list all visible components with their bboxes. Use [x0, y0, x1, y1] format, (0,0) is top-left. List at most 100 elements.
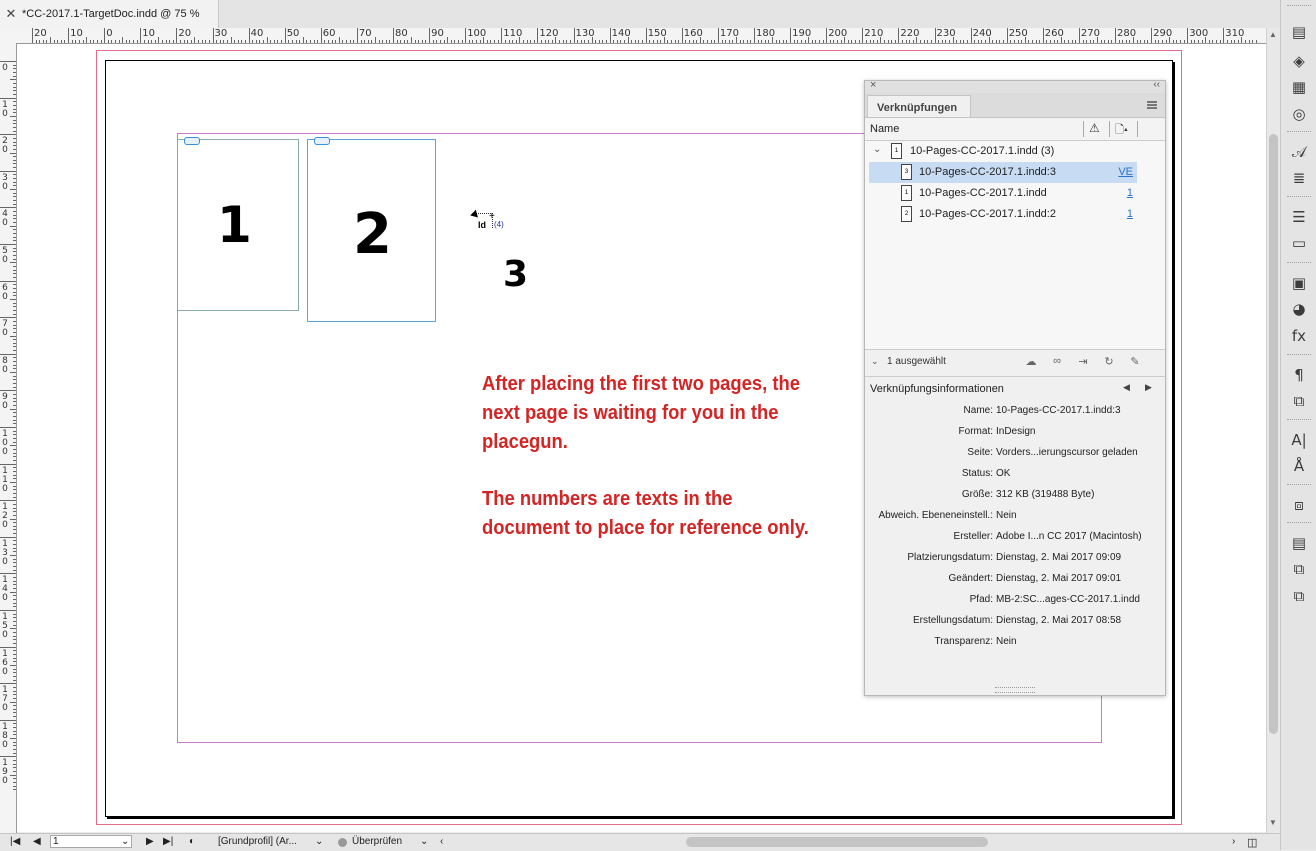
scroll-left-icon[interactable]: ‹ — [440, 836, 443, 847]
previous-link-icon[interactable]: ◀ — [1123, 382, 1130, 393]
table-icon[interactable]: ▤ — [1289, 533, 1309, 553]
info-row: Seite: Vorders...ierungscursor geladen — [865, 443, 1165, 463]
link-badge-icon[interactable] — [314, 137, 330, 145]
vertical-scrollbar[interactable]: ▲ ▼ — [1266, 28, 1281, 833]
cc-relink-icon[interactable]: ☁ — [1023, 355, 1039, 369]
character-styles-icon[interactable]: 𝒜 — [1289, 142, 1309, 162]
panel-title-bar[interactable]: × ‹‹ — [865, 79, 1165, 93]
ruler-minor-tick — [725, 40, 727, 43]
color-icon[interactable]: ◕ — [1289, 299, 1309, 319]
ruler-minor-tick — [912, 40, 914, 43]
next-page-icon[interactable]: ▶ — [146, 836, 154, 847]
ruler-minor-tick — [1226, 40, 1228, 43]
ruler-major-tick — [970, 28, 972, 43]
next-link-icon[interactable]: ▶ — [1145, 382, 1152, 393]
ruler-minor-tick — [64, 40, 66, 43]
link-page[interactable]: VE — [1118, 166, 1133, 178]
collapse-panel-icon[interactable]: ‹‹ — [1153, 79, 1160, 90]
link-row-selected[interactable]: 3 10-Pages-CC-2017.1.indd:3 VE — [869, 162, 1137, 183]
ruler-major-tick — [862, 28, 864, 43]
link-row[interactable]: 1 10-Pages-CC-2017.1.indd 1 — [865, 183, 1165, 204]
go-to-link-icon[interactable]: ⇥ — [1075, 355, 1091, 369]
preflight-status[interactable]: Überprüfen — [352, 836, 402, 847]
previous-page-icon[interactable]: ◀ — [33, 836, 41, 847]
first-page-icon[interactable]: |◀ — [10, 836, 20, 847]
link-page[interactable]: 1 — [1127, 208, 1133, 220]
preflight-profile[interactable]: [Grundprofil] (Ar... — [218, 836, 297, 847]
dock-group-separator — [1287, 522, 1311, 525]
ruler-origin[interactable] — [0, 28, 17, 44]
scroll-right-icon[interactable]: › — [1232, 836, 1235, 847]
toggle-info-chevron-icon[interactable]: ⌄ — [871, 356, 879, 367]
dock-group-separator — [1287, 484, 1311, 487]
update-link-icon[interactable]: ↻ — [1101, 355, 1117, 369]
expand-chevron-icon[interactable]: ⌄ — [873, 144, 881, 155]
warning-column-icon[interactable]: ⚠ — [1089, 121, 1100, 135]
link-page[interactable]: 1 — [1127, 187, 1133, 199]
ruler-major-tick — [429, 28, 431, 43]
paragraph-icon[interactable]: ¶ — [1289, 365, 1309, 385]
page-number-field[interactable]: 1 — [50, 835, 132, 848]
object-styles-icon[interactable]: ⧉ — [1289, 559, 1309, 579]
ruler-major-tick — [681, 28, 683, 43]
text-wrap-icon[interactable]: ⧉ — [1289, 391, 1309, 411]
document-tab[interactable]: ✕ *CC-2017.1-TargetDoc.indd @ 75 % — [0, 0, 219, 28]
split-window-icon[interactable]: ◫ — [1247, 836, 1257, 849]
preflight-dropdown-icon[interactable]: ⌄ — [420, 836, 428, 847]
pages-icon[interactable]: ▤ — [1289, 22, 1309, 42]
link-row[interactable]: 2 10-Pages-CC-2017.1.indd:2 1 — [865, 204, 1165, 225]
page-number-text-3: 3 — [503, 254, 529, 295]
article-icon[interactable]: ▣ — [1289, 273, 1309, 293]
panel-resize-grip[interactable] — [995, 687, 1035, 693]
ruler-minor-tick — [909, 40, 911, 43]
preflight-profile-icon[interactable]: ◐ — [189, 836, 195, 847]
ruler-minor-tick — [13, 82, 16, 84]
vertical-scroll-thumb[interactable] — [1269, 134, 1278, 734]
ruler-minor-tick — [10, 335, 16, 337]
horizontal-scroll-thumb[interactable] — [686, 837, 988, 847]
gradient-icon[interactable]: ▭ — [1289, 233, 1309, 253]
scroll-down-icon[interactable]: ▼ — [1269, 818, 1277, 827]
swatches-icon[interactable]: ▦ — [1289, 77, 1309, 97]
column-name[interactable]: Name — [870, 123, 899, 135]
cc-libraries-icon[interactable]: ◎ — [1289, 104, 1309, 124]
dock-grip[interactable] — [1287, 5, 1311, 8]
relink-icon[interactable]: ∞ — [1049, 355, 1065, 369]
link-row-parent[interactable]: ⌄ 1 10-Pages-CC-2017.1.indd (3) — [865, 141, 1165, 162]
close-panel-icon[interactable]: × — [870, 79, 876, 91]
ruler-minor-tick — [1107, 40, 1109, 43]
stroke-icon[interactable]: ☰ — [1289, 207, 1309, 227]
ruler-minor-tick — [674, 40, 676, 43]
ruler-minor-tick — [439, 40, 441, 43]
ruler-minor-tick — [930, 40, 932, 43]
page-column-icon[interactable]: 🗋▴ — [1115, 121, 1128, 140]
profile-dropdown-icon[interactable]: ⌄ — [315, 836, 323, 847]
ruler-minor-tick — [710, 40, 712, 43]
edit-original-icon[interactable]: ✎ — [1127, 355, 1143, 369]
ruler-minor-tick — [154, 40, 156, 43]
transform-icon[interactable]: ⧈ — [1289, 495, 1309, 515]
ruler-minor-tick — [461, 40, 463, 43]
ruler-minor-tick — [219, 40, 221, 43]
layers-icon[interactable]: ◈ — [1289, 51, 1309, 71]
ruler-minor-tick — [13, 412, 16, 414]
dock-group-separator — [1287, 196, 1311, 199]
horizontal-ruler[interactable]: 20 10 0 10 20 30 40 50 60 70 80 90 100 110 120 130 140 15… — [16, 28, 1266, 44]
ruler-minor-tick — [400, 40, 402, 43]
paragraph-styles-icon[interactable]: ≣ — [1289, 168, 1309, 188]
cell-styles-icon[interactable]: ⧉ — [1289, 586, 1309, 606]
ruler-minor-tick — [732, 40, 734, 43]
glyphs-icon[interactable]: Å — [1289, 456, 1309, 476]
effects-icon[interactable]: fx — [1289, 326, 1309, 346]
last-page-icon[interactable]: ▶| — [163, 836, 173, 847]
scroll-up-icon[interactable]: ▲ — [1269, 30, 1277, 39]
tab-links[interactable]: Verknüpfungen — [867, 95, 971, 117]
close-tab-icon[interactable]: ✕ — [0, 6, 22, 22]
page-dropdown-icon[interactable]: ⌄ — [121, 836, 129, 847]
ruler-major-tick — [826, 28, 828, 43]
character-icon[interactable]: A| — [1289, 430, 1309, 450]
ruler-minor-tick — [13, 686, 16, 688]
vertical-ruler[interactable]: 0 10 20 30 40 50 60 70 80 90 100 110 120 130 140 150 160… — [0, 43, 17, 833]
panel-menu-icon[interactable] — [1147, 101, 1157, 109]
link-badge-icon[interactable] — [184, 137, 200, 145]
